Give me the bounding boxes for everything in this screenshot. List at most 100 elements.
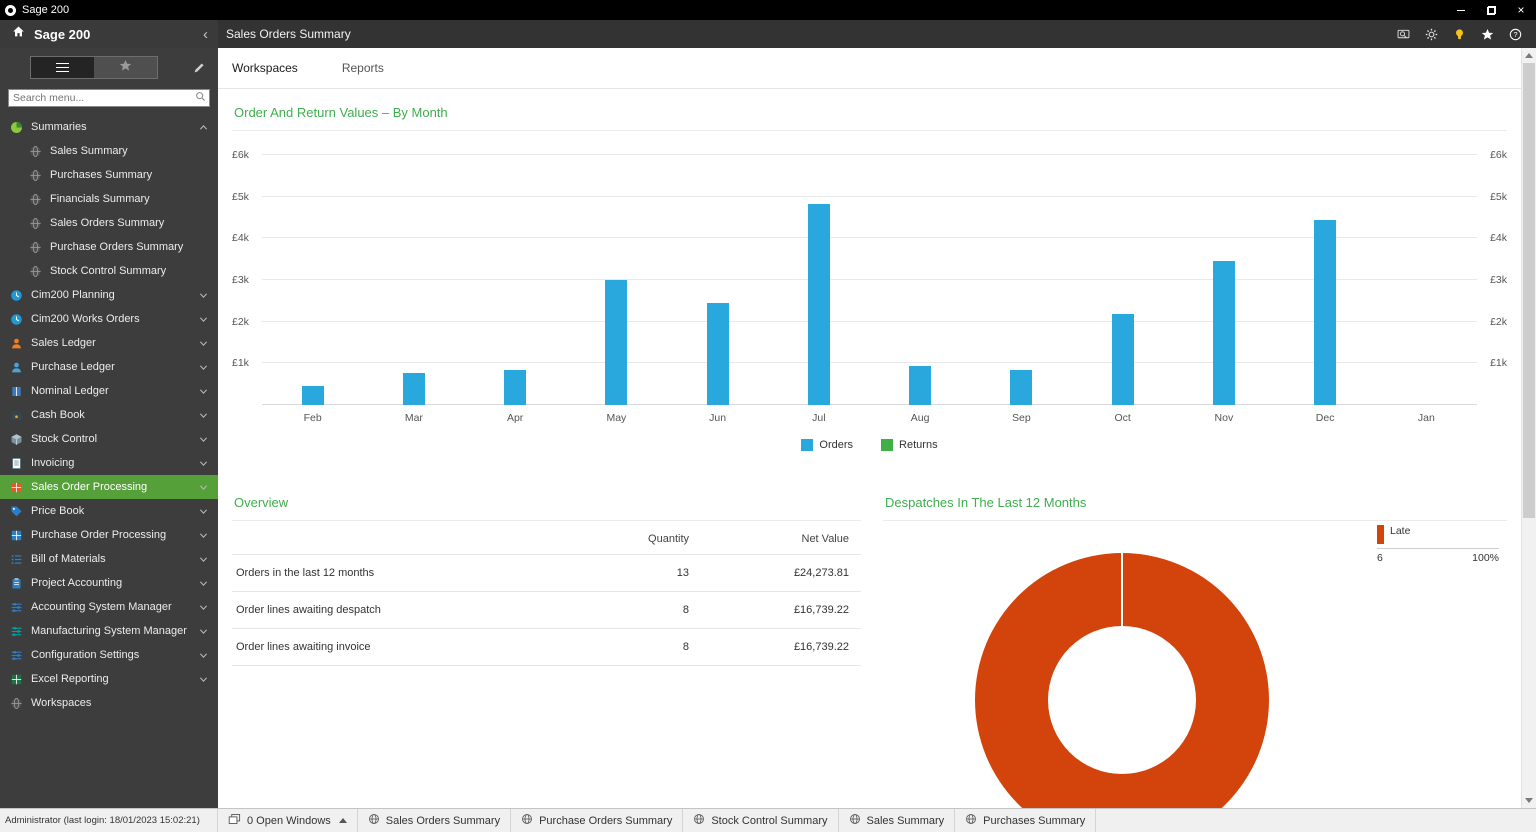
sidebar-item-cim200-works-orders[interactable]: Cim200 Works Orders [0,307,218,331]
cash-book-icon [10,409,23,422]
chevron-down-icon [198,650,209,661]
scroll-up-button[interactable] [1522,48,1536,63]
globe-icon [849,813,861,828]
sliders-icon [10,601,23,614]
chevron-up-icon [198,122,209,133]
open-windows-label: 0 Open Windows [247,815,331,827]
sidebar-item-sales-orders-summary[interactable]: Sales Orders Summary [0,211,218,235]
globe-icon [29,217,42,230]
sidebar-item-project-accounting[interactable]: Project Accounting [0,571,218,595]
sidebar-item-purchase-ledger[interactable]: Purchase Ledger [0,355,218,379]
sidebar-item-label: Purchases Summary [50,169,190,181]
content-tabs: Workspaces Reports [218,48,1521,89]
tab-reports[interactable]: Reports [342,61,384,75]
x-axis-label: Aug [870,412,971,424]
sidebar-item-accounting-system-manager[interactable]: Accounting System Manager [0,595,218,619]
sidebar-item-sales-summary[interactable]: Sales Summary [0,139,218,163]
person-icon [10,337,23,350]
chevron-down-icon [198,554,209,565]
sidebar-item-purchases-summary[interactable]: Purchases Summary [0,163,218,187]
sidebar-item-cim200-planning[interactable]: Cim200 Planning [0,283,218,307]
sliders-icon [10,649,23,662]
help-icon[interactable]: ? [1509,28,1522,41]
status-tab-sales-summary[interactable]: Sales Summary [839,809,956,832]
pie-chart-icon [10,121,23,134]
scroll-down-button[interactable] [1522,793,1536,808]
late-percent: 100% [1472,552,1499,564]
search-icon [195,91,206,102]
x-axis-label: Dec [1275,412,1376,424]
view-settings-icon[interactable] [1397,28,1410,41]
ledger-book-icon [10,385,23,398]
x-axis-label: Oct [1072,412,1173,424]
favorites-toggle-button[interactable] [94,57,157,78]
minimize-button[interactable] [1446,0,1476,20]
status-window-tabs: Sales Orders Summary Purchase Orders Summ… [358,809,1096,832]
overview-cell: £16,739.22 [701,629,861,666]
sidebar-item-price-book[interactable]: Price Book [0,499,218,523]
sidebar-item-invoicing[interactable]: Invoicing [0,451,218,475]
status-tab-label: Purchase Orders Summary [539,815,672,827]
favorites-star-icon[interactable] [1481,28,1494,41]
sidebar-item-configuration-settings[interactable]: Configuration Settings [0,643,218,667]
chevron-down-icon [198,506,209,517]
sidebar-item-label: Configuration Settings [31,649,190,661]
close-button[interactable]: × [1506,0,1536,20]
sidebar-item-cash-book[interactable]: Cash Book [0,403,218,427]
sidebar-collapse-button[interactable]: ‹ [203,27,208,42]
sidebar-item-sales-order-processing[interactable]: Sales Order Processing [0,475,218,499]
status-tab-sales-orders-summary[interactable]: Sales Orders Summary [358,809,511,832]
price-tag-icon [10,505,23,518]
chevron-down-icon [198,530,209,541]
menu-list-toggle-button[interactable] [31,57,94,78]
sidebar-item-sales-ledger[interactable]: Sales Ledger [0,331,218,355]
sidebar-item-label: Invoicing [31,457,190,469]
sidebar-item-nominal-ledger[interactable]: Nominal Ledger [0,379,218,403]
overview-row: Order lines awaiting invoice8£16,739.22 [232,629,861,666]
gridline [262,196,1477,197]
lightbulb-icon[interactable] [1453,28,1466,41]
tab-workspaces[interactable]: Workspaces [232,61,298,75]
edit-pencil-button[interactable] [193,61,206,74]
sidebar-item-stock-control-summary[interactable]: Stock Control Summary [0,259,218,283]
bar-orders-oct [1112,314,1134,405]
status-tab-purchase-orders-summary[interactable]: Purchase Orders Summary [511,809,683,832]
status-tab-stock-control-summary[interactable]: Stock Control Summary [683,809,838,832]
restore-button[interactable] [1476,0,1506,20]
legend-label: Orders [819,439,853,451]
overview-cell: £24,273.81 [701,555,861,592]
sidebar-item-label: Purchase Ledger [31,361,190,373]
sidebar-item-manufacturing-system-manager[interactable]: Manufacturing System Manager [0,619,218,643]
sidebar-item-label: Purchase Order Processing [31,529,190,541]
sidebar-item-financials-summary[interactable]: Financials Summary [0,187,218,211]
globe-icon [29,169,42,182]
sidebar-item-summaries[interactable]: Summaries [0,115,218,139]
chevron-down-icon [198,578,209,589]
overview-row: Orders in the last 12 months13£24,273.81 [232,555,861,592]
bar-orders-apr [504,370,526,405]
home-icon [12,25,25,43]
sidebar-item-bill-of-materials[interactable]: Bill of Materials [0,547,218,571]
sidebar-item-workspaces[interactable]: Workspaces [0,691,218,715]
status-tab-purchases-summary[interactable]: Purchases Summary [955,809,1096,832]
svg-text:?: ? [1513,30,1517,39]
y-axis-tick: £6k [232,149,259,161]
sidebar-item-excel-reporting[interactable]: Excel Reporting [0,667,218,691]
sidebar-item-label: Workspaces [31,697,190,709]
globe-icon [29,193,42,206]
search-input[interactable] [8,89,210,107]
x-axis-label: Apr [465,412,566,424]
sidebar-item-purchase-orders-summary[interactable]: Purchase Orders Summary [0,235,218,259]
chevron-down-icon [198,290,209,301]
open-windows-button[interactable]: 0 Open Windows [218,809,358,832]
scrollbar-thumb[interactable] [1523,63,1535,518]
donut-slice-divider [1121,553,1123,628]
sidebar-item-purchase-order-processing[interactable]: Purchase Order Processing [0,523,218,547]
bar-orders-sep [1010,370,1032,405]
overview-title: Overview [232,479,861,521]
settings-gear-icon[interactable] [1425,28,1438,41]
sidebar-item-label: Bill of Materials [31,553,190,565]
overview-cell: 8 [591,592,701,629]
sidebar-item-stock-control[interactable]: Stock Control [0,427,218,451]
sidebar-item-label: Manufacturing System Manager [31,625,190,637]
